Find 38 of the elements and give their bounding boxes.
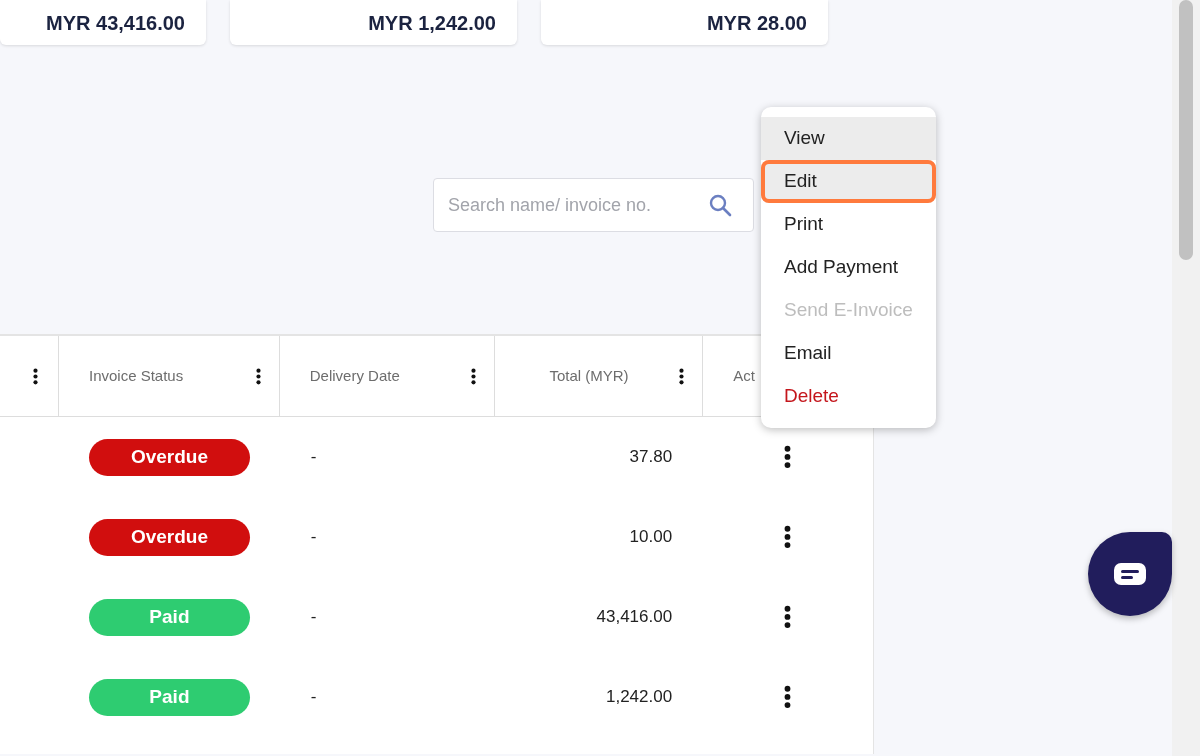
amount-text: MYR 43,416.00 [46, 11, 185, 36]
table-cell-text: 1,242.00 [605, 686, 673, 709]
table-cell-text: 37.80 [629, 446, 673, 469]
column-header: Delivery Date [309, 365, 400, 386]
search-icon[interactable] [708, 193, 732, 217]
menu-item[interactable]: Email [761, 332, 936, 375]
table-cell-text: - [310, 446, 317, 469]
table-cell-text: - [310, 606, 317, 629]
column-header: Invoice Status [88, 365, 184, 386]
table-cell-text: 43,416.00 [596, 606, 673, 629]
chat-icon [1113, 562, 1147, 586]
more-icon[interactable] [784, 445, 792, 469]
menu-item[interactable]: Print [761, 203, 936, 246]
column-header: Total (MYR) [549, 365, 629, 386]
amount-text: MYR 28.00 [706, 11, 807, 36]
status-badge: Paid [88, 598, 250, 636]
amount-text: MYR 1,242.00 [368, 11, 496, 36]
table-cell-text: 10.00 [629, 526, 673, 549]
column-menu-icon[interactable] [471, 367, 477, 385]
more-icon[interactable] [784, 605, 792, 629]
more-icon[interactable] [784, 525, 792, 549]
search-field[interactable]: Search name/ invoice no. [433, 178, 754, 232]
status-badge: Overdue [88, 518, 250, 556]
more-icon[interactable] [784, 685, 792, 709]
menu-item[interactable]: Delete [761, 375, 936, 418]
status-badge: Paid [88, 678, 250, 716]
menu-item[interactable]: View [761, 117, 936, 160]
table-cell-text: - [310, 686, 317, 709]
menu-item[interactable]: Edit [761, 160, 936, 203]
status-badge: Overdue [88, 438, 250, 476]
column-menu-icon[interactable] [679, 367, 685, 385]
menu-item[interactable]: Add Payment [761, 246, 936, 289]
column-header: Act [733, 365, 755, 386]
table-cell-text: - [310, 526, 317, 549]
chat-button[interactable] [1088, 532, 1172, 616]
scrollbar-thumb[interactable] [1179, 0, 1193, 260]
column-menu-icon[interactable] [255, 367, 261, 385]
column-menu-icon[interactable] [33, 367, 38, 385]
